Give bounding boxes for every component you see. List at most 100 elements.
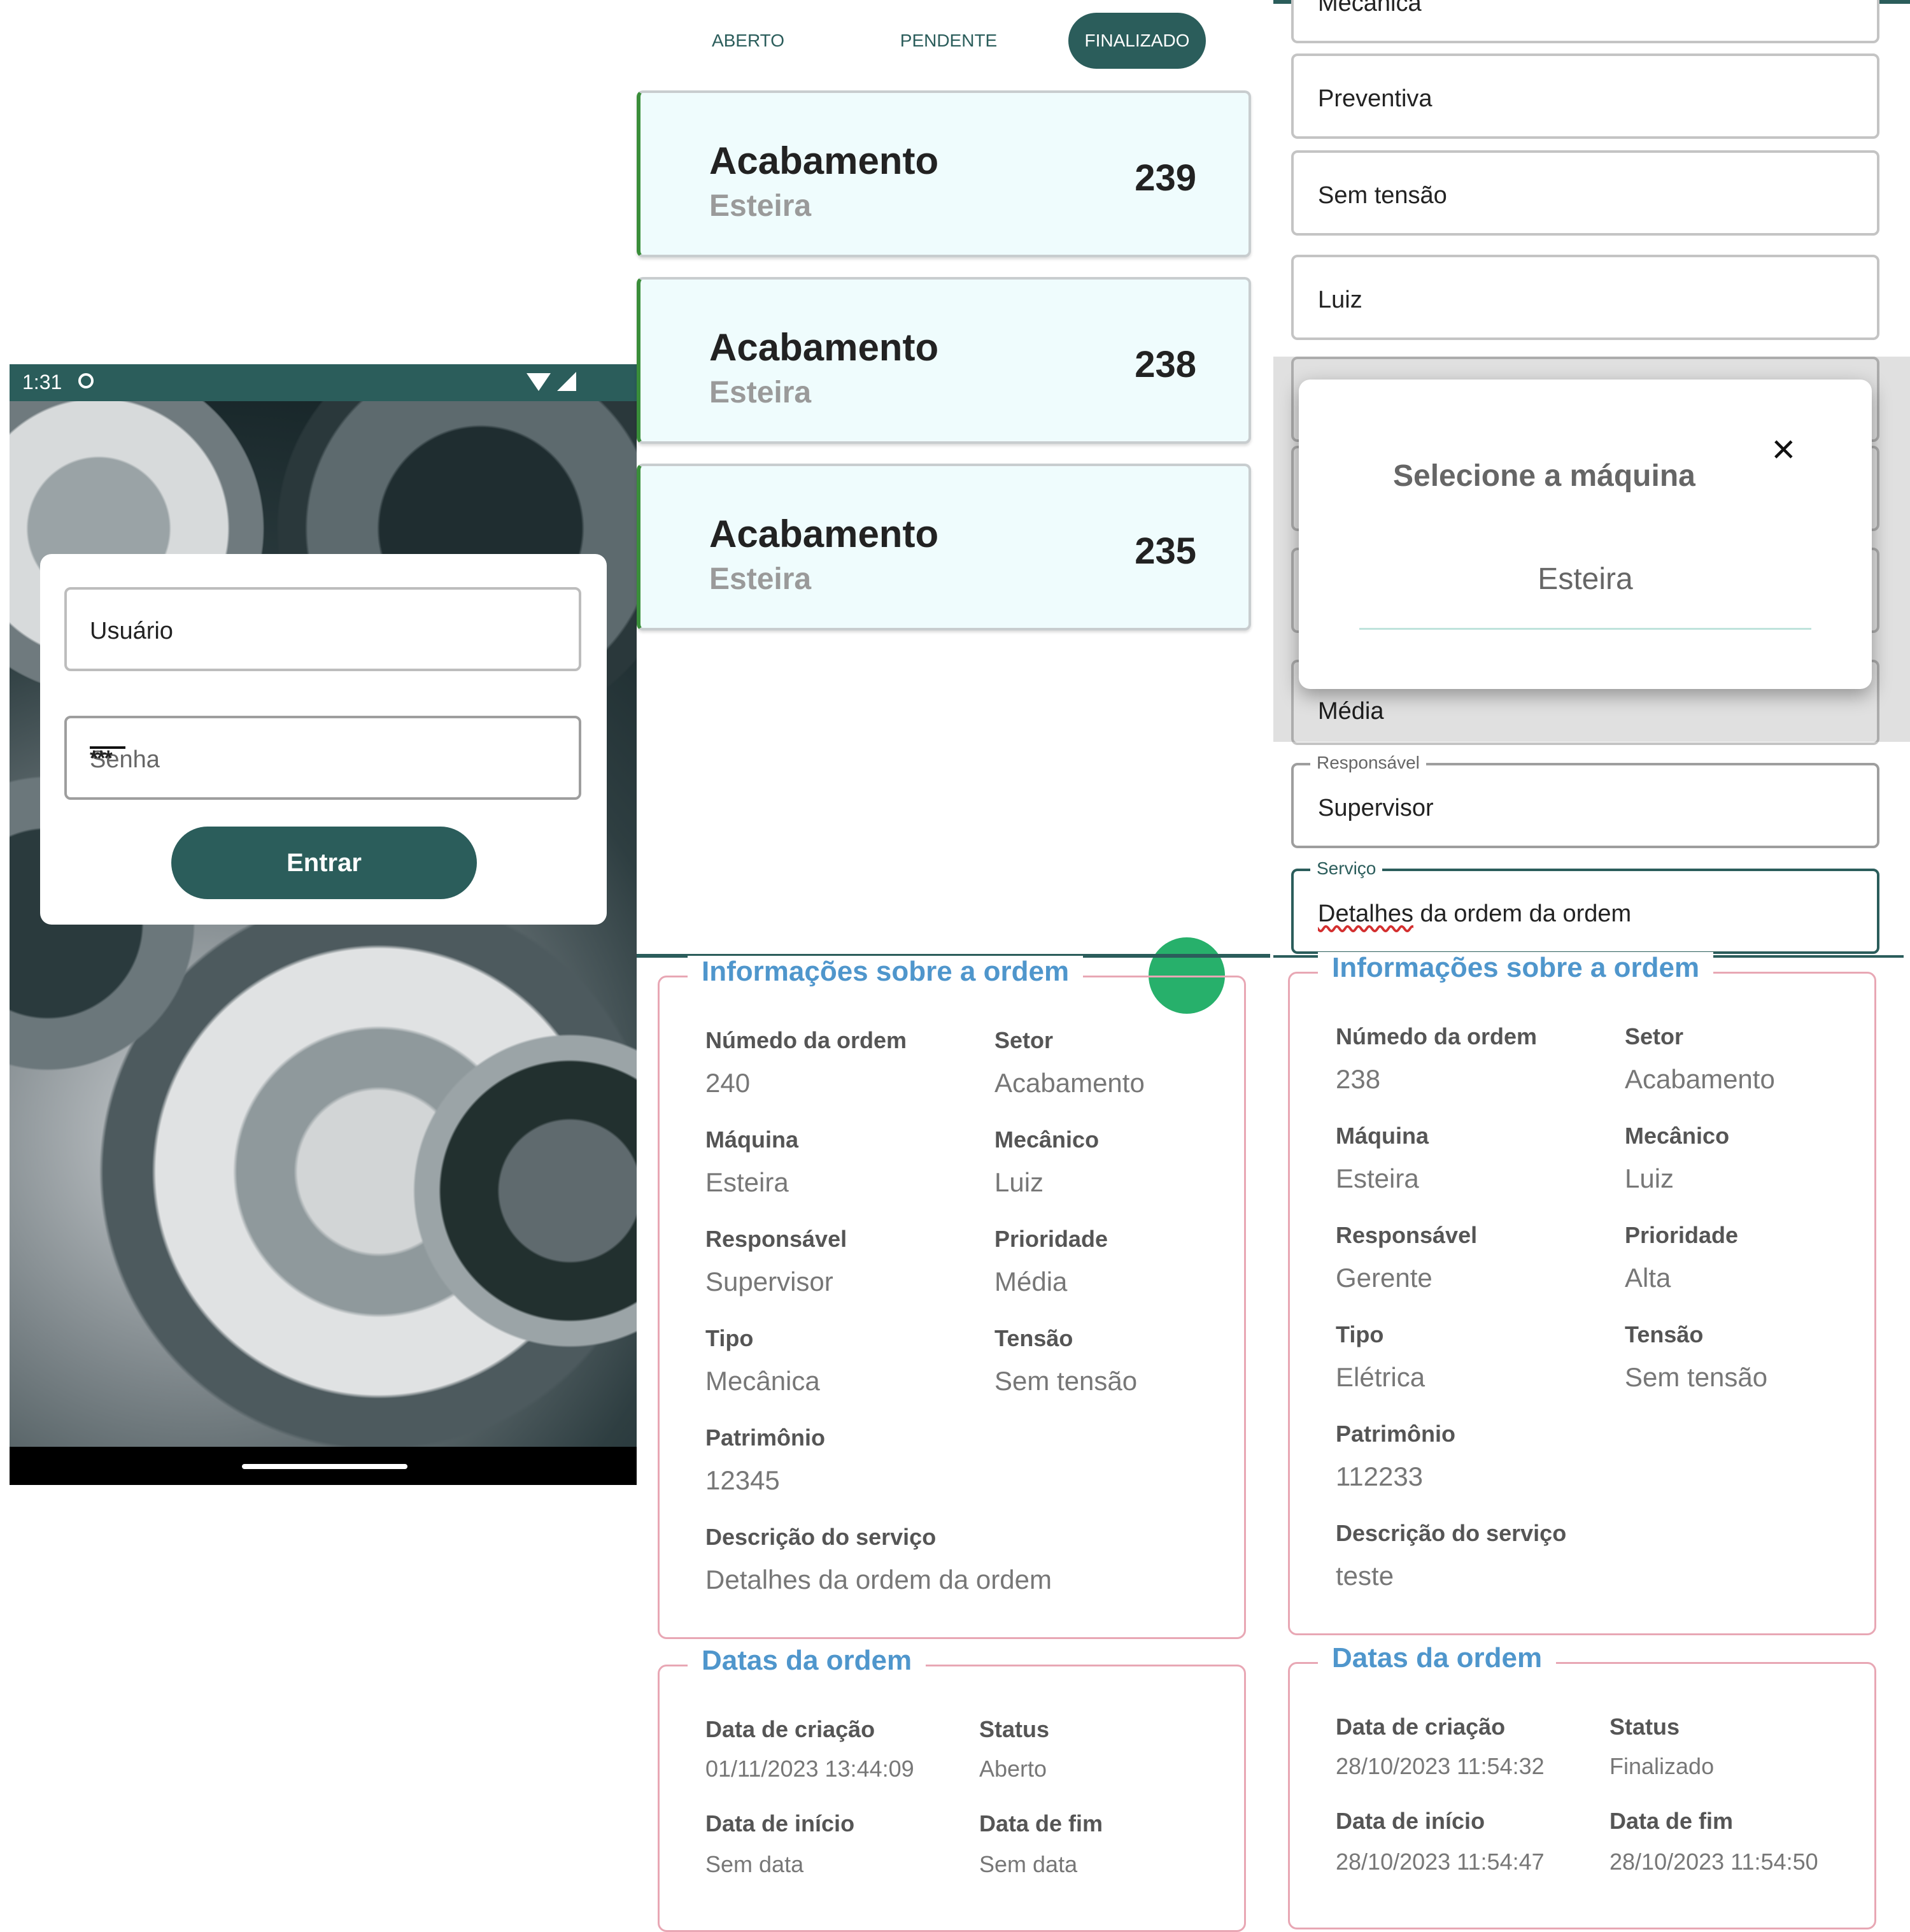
criacao-value: 28/10/2023 11:54:32 bbox=[1336, 1753, 1545, 1779]
mecanico-label: Mecânico bbox=[994, 1126, 1100, 1153]
signal-icon bbox=[557, 372, 576, 391]
tipo-label: Tipo bbox=[705, 1325, 754, 1351]
criacao-label: Data de criação bbox=[705, 1716, 875, 1742]
status-label: Status bbox=[1609, 1714, 1680, 1740]
setor-label: Setor bbox=[1625, 1023, 1684, 1049]
username-placeholder: Usuário bbox=[90, 618, 173, 644]
numero-value: 238 bbox=[1336, 1064, 1381, 1094]
wifi-icon bbox=[527, 373, 551, 391]
numero-value: 240 bbox=[705, 1068, 751, 1098]
tensao-value: Sem tensão bbox=[994, 1366, 1138, 1396]
tab-finalizado[interactable]: FINALIZADO bbox=[1068, 13, 1206, 69]
tipo-label: Tipo bbox=[1336, 1321, 1384, 1347]
prioridade-label: Prioridade bbox=[994, 1226, 1108, 1252]
preventiva-value: Preventiva bbox=[1318, 85, 1432, 112]
setor-label: Setor bbox=[994, 1027, 1054, 1053]
dates-section-title: Datas da ordem bbox=[1318, 1642, 1557, 1674]
responsavel-label: Responsável bbox=[705, 1226, 847, 1252]
mecanico-field[interactable]: Luiz bbox=[1291, 255, 1879, 340]
servico-value: Detalhes da ordem da ordem bbox=[1318, 900, 1631, 928]
responsavel-value: Supervisor bbox=[705, 1267, 833, 1296]
criacao-label: Data de criação bbox=[1336, 1714, 1506, 1740]
dialog-title: Selecione a máquina bbox=[1393, 459, 1695, 493]
tab-pendente[interactable]: PENDENTE bbox=[879, 13, 1019, 69]
tensao-value: Sem tensão bbox=[1318, 182, 1447, 209]
status-bar: 1:31 bbox=[10, 364, 637, 401]
numero-label: Númedo da ordem bbox=[1336, 1023, 1538, 1049]
status-tabs: ABERTO PENDENTE FINALIZADO bbox=[637, 0, 1270, 83]
fim-label: Data de fim bbox=[1609, 1808, 1734, 1834]
fim-label: Data de fim bbox=[979, 1810, 1103, 1836]
patrimonio-label: Patrimônio bbox=[705, 1424, 826, 1451]
maquina-value: Esteira bbox=[705, 1167, 789, 1197]
machine-option[interactable]: Esteira bbox=[1359, 562, 1811, 597]
password-visibility-icon[interactable]: *** bbox=[90, 746, 556, 771]
prioridade-value: Alta bbox=[1625, 1263, 1671, 1293]
inicio-label: Data de início bbox=[705, 1810, 855, 1836]
servico-label: Serviço bbox=[1310, 858, 1383, 879]
maquina-label: Máquina bbox=[1336, 1123, 1429, 1149]
status-label: Status bbox=[979, 1716, 1050, 1742]
tensao-field[interactable]: Sem tensão bbox=[1291, 150, 1879, 236]
order-maquina: Esteira bbox=[709, 189, 812, 223]
responsavel-value: Gerente bbox=[1336, 1263, 1432, 1293]
info-section-b: Informações sobre a ordem Númedo da orde… bbox=[1288, 952, 1876, 1635]
descricao-label: Descrição do serviço bbox=[705, 1524, 937, 1550]
responsavel-label: Responsável bbox=[1336, 1222, 1478, 1248]
setor-value: Acabamento bbox=[994, 1068, 1145, 1098]
order-card[interactable]: Acabamento Esteira 238 bbox=[637, 277, 1251, 444]
setor-value: Acabamento bbox=[1625, 1064, 1775, 1094]
order-setor: Acabamento bbox=[709, 139, 939, 182]
criacao-value: 01/11/2023 13:44:09 bbox=[705, 1756, 914, 1782]
prioridade-value: Média bbox=[994, 1267, 1068, 1296]
password-input[interactable]: Senha *** bbox=[64, 716, 581, 800]
select-machine-dialog: Selecione a máquina × Esteira bbox=[1299, 380, 1872, 689]
patrimonio-label: Patrimônio bbox=[1336, 1421, 1456, 1447]
mecanico-value: Luiz bbox=[1318, 287, 1362, 313]
servico-value-rest: da ordem da ordem bbox=[1413, 900, 1632, 927]
responsavel-field[interactable]: Responsável Supervisor bbox=[1291, 753, 1879, 848]
patrimonio-value: 12345 bbox=[705, 1465, 780, 1495]
preventiva-field[interactable]: Preventiva bbox=[1291, 53, 1879, 139]
home-gesture-pill[interactable] bbox=[242, 1464, 407, 1469]
inicio-value: 28/10/2023 11:54:47 bbox=[1336, 1849, 1545, 1875]
numero-label: Númedo da ordem bbox=[705, 1027, 907, 1053]
tab-aberto[interactable]: ABERTO bbox=[688, 13, 809, 69]
close-icon[interactable]: × bbox=[1772, 425, 1795, 472]
responsavel-label: Responsável bbox=[1310, 753, 1426, 773]
order-card[interactable]: Acabamento Esteira 235 bbox=[637, 464, 1251, 630]
descricao-value: teste bbox=[1336, 1561, 1394, 1591]
login-screen: 1:31 Usuário Senha *** Entrar bbox=[10, 364, 637, 1485]
order-maquina: Esteira bbox=[709, 376, 812, 409]
descricao-value: Detalhes da ordem da ordem bbox=[705, 1565, 1052, 1595]
status-value: Aberto bbox=[979, 1756, 1047, 1782]
inicio-value: Sem data bbox=[705, 1851, 804, 1877]
option-underline bbox=[1359, 628, 1811, 630]
order-number: 235 bbox=[1135, 530, 1196, 572]
servico-field[interactable]: Serviço Detalhes da ordem da ordem bbox=[1291, 858, 1879, 954]
order-card[interactable]: Acabamento Esteira 239 bbox=[637, 90, 1251, 257]
fim-value: 28/10/2023 11:54:50 bbox=[1609, 1849, 1818, 1875]
info-section-a: Informações sobre a ordem Númedo da orde… bbox=[658, 956, 1246, 1639]
responsavel-value: Supervisor bbox=[1318, 795, 1434, 821]
prioridade-label: Prioridade bbox=[1625, 1222, 1739, 1248]
login-card: Usuário Senha *** Entrar bbox=[40, 554, 607, 925]
order-number: 238 bbox=[1135, 344, 1196, 385]
tipo-value: Mecânica bbox=[705, 1366, 820, 1396]
maquina-label: Máquina bbox=[705, 1126, 799, 1153]
mecanico-value: Luiz bbox=[994, 1167, 1044, 1197]
spellcheck-word: Detalhes bbox=[1318, 900, 1413, 927]
fim-value: Sem data bbox=[979, 1851, 1078, 1877]
mecanico-label: Mecânico bbox=[1625, 1123, 1730, 1149]
tensao-value: Sem tensão bbox=[1625, 1362, 1768, 1392]
tipo-field[interactable]: Mecânica bbox=[1291, 0, 1879, 43]
inicio-label: Data de início bbox=[1336, 1808, 1485, 1834]
login-button[interactable]: Entrar bbox=[171, 827, 477, 899]
order-setor: Acabamento bbox=[709, 326, 939, 369]
info-section-title: Informações sobre a ordem bbox=[1318, 952, 1714, 984]
dates-section-a: Datas da ordem Data de criação 01/11/202… bbox=[658, 1645, 1246, 1932]
order-setor: Acabamento bbox=[709, 513, 939, 555]
username-input[interactable]: Usuário bbox=[64, 587, 581, 671]
order-number: 239 bbox=[1135, 157, 1196, 199]
tensao-label: Tensão bbox=[1625, 1321, 1704, 1347]
